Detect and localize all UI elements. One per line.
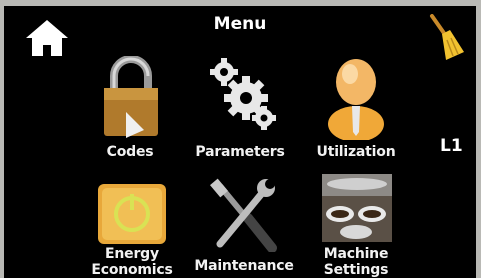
level-indicator: L1 <box>440 136 463 156</box>
energy-economics-button[interactable] <box>96 182 168 246</box>
parameters-button[interactable] <box>206 56 280 132</box>
parameters-label: Parameters <box>195 144 285 160</box>
machine-settings-label-line2: Settings <box>323 262 389 278</box>
energy-economics-label-line2: Economics <box>91 262 173 278</box>
utilization-button[interactable] <box>326 54 386 140</box>
machine-settings-label-line1: Machine <box>323 246 389 262</box>
maintenance-button[interactable] <box>210 178 278 252</box>
home-icon[interactable] <box>24 18 70 58</box>
codes-button[interactable] <box>100 56 162 140</box>
page-title: Menu <box>213 14 267 34</box>
utilization-label: Utilization <box>316 144 396 160</box>
machine-settings-button[interactable] <box>322 174 392 242</box>
energy-economics-label-line1: Energy <box>105 246 159 262</box>
codes-label: Codes <box>106 144 154 160</box>
menu-screen: Menu Codes Parameters Utilization L1 Ene… <box>4 6 476 278</box>
maintenance-label: Maintenance <box>194 258 294 274</box>
broom-icon[interactable] <box>426 14 466 62</box>
